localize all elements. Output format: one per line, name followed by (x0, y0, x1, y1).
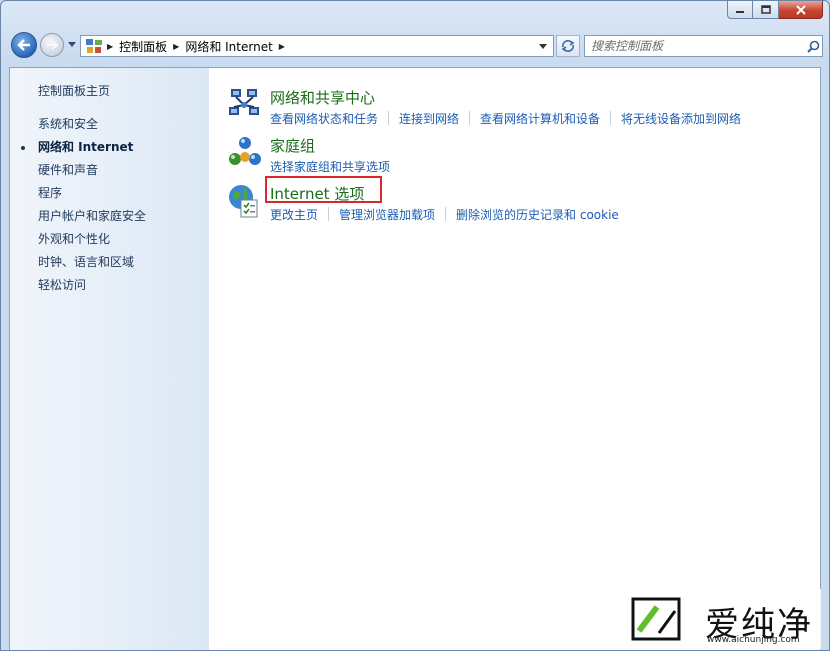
sidebar: 控制面板主页 系统和安全 网络和 Internet 硬件和声音 程序 用户帐户和… (10, 68, 209, 650)
watermark-url: www.aichunjing.com (707, 635, 800, 645)
search-box[interactable] (584, 35, 823, 57)
chevron-down-icon (68, 41, 76, 47)
sidebar-item-clock-language[interactable]: 时钟、语言和区域 (38, 251, 209, 274)
homegroup-icon (229, 137, 261, 165)
link-homegroup-sharing-options[interactable]: 选择家庭组和共享选项 (270, 158, 390, 175)
breadcrumb-separator[interactable]: ▶ (173, 42, 179, 51)
network-sharing-center-icon (229, 89, 259, 115)
address-dropdown-button[interactable] (533, 36, 553, 56)
navigation-bar: ▶ 控制面板 ▶ 网络和 Internet ▶ (9, 31, 823, 61)
breadcrumb-control-panel[interactable]: 控制面板 (119, 38, 167, 55)
link-add-wireless-device[interactable]: 将无线设备添加到网络 (621, 110, 741, 127)
sidebar-item-hardware-sound[interactable]: 硬件和声音 (38, 159, 209, 182)
sidebar-item-user-accounts[interactable]: 用户帐户和家庭安全 (38, 205, 209, 228)
category-links: 更改主页 管理浏览器加载项 删除浏览的历史记录和 cookie (270, 206, 619, 223)
link-divider (445, 207, 447, 221)
control-panel-icon (86, 39, 102, 53)
forward-button[interactable] (40, 33, 64, 57)
link-manage-add-ons[interactable]: 管理浏览器加载项 (339, 206, 435, 223)
caption-buttons (727, 1, 823, 19)
highlight-annotation (265, 176, 382, 203)
control-panel-window: ▶ 控制面板 ▶ 网络和 Internet ▶ 控制面板 (0, 0, 830, 651)
link-divider (328, 207, 330, 221)
sidebar-item-programs[interactable]: 程序 (38, 182, 209, 205)
current-item-bullet (21, 146, 25, 150)
internet-options-icon (229, 185, 258, 218)
link-divider (469, 111, 471, 125)
breadcrumb-network-internet[interactable]: 网络和 Internet (185, 38, 272, 55)
address-bar[interactable]: ▶ 控制面板 ▶ 网络和 Internet ▶ (80, 35, 554, 57)
link-delete-history-cookies[interactable]: 删除浏览的历史记录和 cookie (456, 206, 619, 223)
watermark-logo (631, 597, 681, 641)
close-button[interactable] (779, 1, 823, 19)
search-input[interactable] (585, 37, 804, 55)
watermark: 爱纯净 www.aichunjing.com (621, 589, 821, 649)
sidebar-item-appearance[interactable]: 外观和个性化 (38, 228, 209, 251)
minimize-icon (736, 10, 744, 13)
close-icon (795, 4, 806, 15)
link-connect-to-network[interactable]: 连接到网络 (399, 110, 459, 127)
refresh-button[interactable] (556, 35, 580, 57)
chevron-down-icon (539, 43, 547, 49)
link-divider (610, 111, 612, 125)
main-panel: 网络和共享中心 查看网络状态和任务 连接到网络 查看网络计算机和设备 将无线设备… (209, 68, 820, 650)
sidebar-item-label: 网络和 Internet (38, 140, 134, 154)
sidebar-home-link[interactable]: 控制面板主页 (38, 80, 209, 103)
maximize-button[interactable] (753, 1, 779, 19)
category-links: 选择家庭组和共享选项 (270, 158, 390, 175)
content-area: 控制面板主页 系统和安全 网络和 Internet 硬件和声音 程序 用户帐户和… (9, 67, 821, 650)
search-icon[interactable] (804, 37, 822, 55)
link-view-network-computers[interactable]: 查看网络计算机和设备 (480, 110, 600, 127)
maximize-icon (760, 5, 771, 14)
category-title-homegroup[interactable]: 家庭组 (270, 135, 315, 156)
breadcrumb-separator[interactable]: ▶ (107, 42, 113, 51)
sidebar-item-network-internet[interactable]: 网络和 Internet (21, 136, 209, 159)
back-button[interactable] (11, 32, 37, 58)
breadcrumb-separator[interactable]: ▶ (279, 42, 285, 51)
link-divider (388, 111, 390, 125)
category-title-network-sharing[interactable]: 网络和共享中心 (270, 87, 375, 108)
sidebar-item-system-security[interactable]: 系统和安全 (38, 113, 209, 136)
sidebar-item-ease-of-access[interactable]: 轻松访问 (38, 274, 209, 297)
link-view-network-status[interactable]: 查看网络状态和任务 (270, 110, 378, 127)
category-links: 查看网络状态和任务 连接到网络 查看网络计算机和设备 将无线设备添加到网络 (270, 110, 741, 127)
recent-pages-button[interactable] (67, 39, 77, 49)
link-change-homepage[interactable]: 更改主页 (270, 206, 318, 223)
forward-arrow-icon (47, 40, 58, 50)
back-arrow-icon (17, 39, 30, 51)
minimize-button[interactable] (727, 1, 753, 19)
refresh-icon (561, 40, 575, 52)
